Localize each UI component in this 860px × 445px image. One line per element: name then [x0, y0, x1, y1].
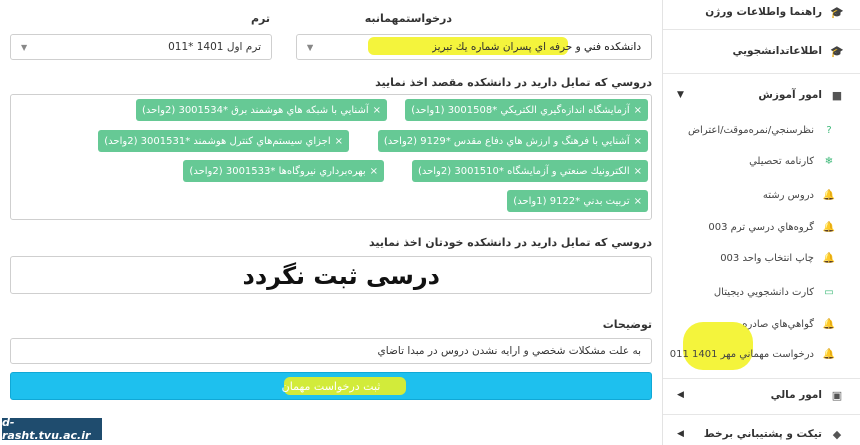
bell-icon: 🔔: [822, 221, 836, 233]
question-icon: ?: [826, 124, 832, 136]
host-college-select-text: دانشكده فني و حرفه اي پسران شماره يك تبر…: [296, 34, 652, 60]
course-tag[interactable]: × آشنايي با فرهنگ و ارزش هاي دفاع مقدس *…: [377, 130, 648, 152]
sidebar-item-finance[interactable]: ▣ امور مالي: [662, 384, 860, 406]
divider: [663, 29, 860, 30]
bell-icon: 🔔: [822, 252, 836, 264]
term-select-value: ترم اول 1401 *011: [168, 41, 261, 53]
course-tag[interactable]: × تربيت بدني *9122 (1واحد): [507, 190, 648, 212]
remove-icon[interactable]: ×: [373, 105, 381, 116]
bell-icon: 🔔: [822, 348, 836, 360]
chevron-left-icon[interactable]: ◀: [677, 390, 684, 400]
course-tag[interactable]: × بهره‌برداري نيروگاه‌ها *3001533 (2واحد…: [183, 160, 384, 182]
sidebar-subitem-transcript[interactable]: ❄ كارنامه تحصيلي: [662, 151, 860, 171]
own-courses-label: دروسي كه تمايل داريد در دانشكده خودتان ا…: [368, 236, 652, 249]
dest-courses-label: دروسي كه تمايل داريد در دانشكده مقصد اخذ…: [375, 76, 652, 89]
description-input[interactable]: به علت مشكلات شخصي و ارايه نشدن دروس در …: [10, 338, 652, 364]
course-tag[interactable]: × آزمايشگاه اندازه‌گيري الكتريكي *300150…: [405, 99, 648, 121]
description-label: توضيحات: [602, 318, 652, 331]
bell-icon: 🔔: [822, 318, 836, 330]
divider: [663, 414, 860, 415]
term-select[interactable]: ترم اول 1401 *011 ▼: [10, 34, 272, 60]
site-watermark: d-rasht.tvu.ac.ir: [0, 416, 104, 442]
chevron-down-icon: ▼: [21, 42, 28, 52]
sidebar: 🎓 راهنما واطلاعات ورژن 🎓 اطلاعاتدانشجويي…: [662, 0, 860, 445]
remove-icon[interactable]: ×: [634, 166, 642, 177]
host-request-label: درخواستمهمانبه: [364, 12, 452, 25]
course-tag[interactable]: × اجزاي سيستم‌هاي كنترل هوشمند *3001531 …: [98, 130, 349, 152]
sidebar-subitem-print-selection[interactable]: 🔔 چاپ انتخاب واحد 003: [662, 248, 860, 268]
handwritten-note: درسی ثبت نگردد: [242, 262, 440, 290]
guest-request-form: درخواستمهمانبه ترم دانشكده فني و حرفه اي…: [0, 0, 662, 445]
sidebar-item-student-info[interactable]: 🎓 اطلاعاتدانشجويي: [662, 40, 860, 62]
remove-icon[interactable]: ×: [335, 136, 343, 147]
chevron-down-icon: ▼: [307, 42, 314, 52]
divider: [663, 73, 860, 74]
bell-icon: 🔔: [822, 189, 836, 201]
sidebar-subitem-survey[interactable]: ? نظرسنجي/نمره‌موقت/اعتراض: [662, 120, 860, 140]
sidebar-subitem-course-groups[interactable]: 🔔 گروه‌هاي درسي ترم 003: [662, 217, 860, 237]
sidebar-subitem-guest-request[interactable]: 🔔 درخواست مهماني مهر 1401 011: [662, 344, 860, 364]
course-tag[interactable]: × آشنايي با شبكه هاي هوشمند برق *3001534…: [136, 99, 387, 121]
divider: [663, 378, 860, 379]
graduation-cap-icon: 🎓: [830, 5, 844, 19]
remove-icon[interactable]: ×: [634, 136, 642, 147]
card-icon: ▭: [824, 286, 834, 298]
remove-icon[interactable]: ×: [634, 105, 642, 116]
sidebar-item-help[interactable]: 🎓 راهنما واطلاعات ورژن: [662, 2, 860, 22]
sidebar-subitem-field-courses[interactable]: 🔔 دروس رشته: [662, 185, 860, 205]
remove-icon[interactable]: ×: [634, 196, 642, 207]
snowflake-icon: ❄: [824, 155, 834, 167]
sidebar-item-education[interactable]: ■ امور آموزش: [662, 84, 860, 106]
sidebar-item-support[interactable]: ◆ تيكت و پشتيباني برخط: [662, 424, 860, 444]
host-college-select-value-overlay: دانشكده فني و حرفه اي پسران شماره يك تبر…: [431, 41, 641, 53]
chevron-down-icon[interactable]: ▼: [677, 90, 684, 100]
book-icon: ■: [831, 88, 843, 102]
graduation-cap-icon: 🎓: [830, 44, 844, 58]
submit-guest-request-label: ثبت درخواست مهمان: [281, 379, 381, 393]
wallet-icon: ▣: [831, 388, 843, 402]
tag-icon: ◆: [832, 427, 842, 441]
course-tag[interactable]: × الكترونيك صنعتي و آزمايشگاه *3001510 (…: [411, 160, 648, 182]
term-label: ترم: [250, 12, 270, 25]
remove-icon[interactable]: ×: [370, 166, 378, 177]
chevron-left-icon[interactable]: ◀: [677, 429, 684, 439]
sidebar-subitem-digital-card[interactable]: ▭ كارت دانشجويي ديجيتال: [662, 282, 860, 302]
